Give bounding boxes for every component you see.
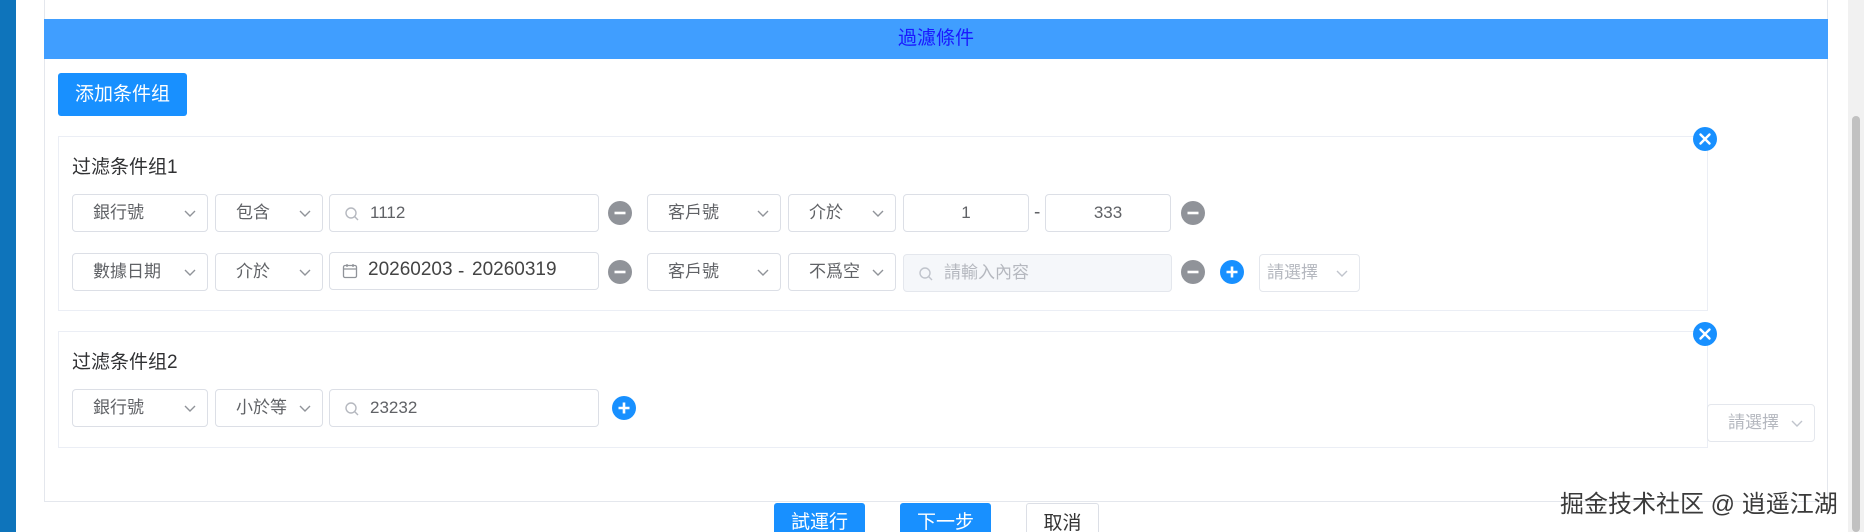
operator-select[interactable]: 介於 <box>215 253 323 291</box>
run-button[interactable]: 試運行 <box>774 503 865 532</box>
input-value: 1112 <box>370 203 406 222</box>
chevron-down-icon <box>184 405 196 412</box>
range-from-input[interactable]: 1 <box>903 194 1029 232</box>
input-value: 23232 <box>370 398 418 417</box>
select-placeholder: 請選擇 <box>1728 413 1779 432</box>
remove-condition-minus-icon[interactable] <box>608 201 632 225</box>
remove-condition-minus-icon[interactable] <box>1181 260 1205 284</box>
screen: { "filter_header": { "title": "過濾條件" }, … <box>0 0 1864 532</box>
calendar-icon <box>342 264 358 279</box>
select-value: 客戶號 <box>668 262 719 281</box>
value-input[interactable]: 1112 <box>329 194 599 232</box>
chevron-down-icon <box>1336 270 1348 277</box>
select-value: 銀行號 <box>93 203 144 222</box>
date-range-picker[interactable]: 20260203 - 20260319 <box>329 252 599 290</box>
date-start[interactable]: 20260203 <box>368 259 453 281</box>
select-value: 銀行號 <box>93 398 144 417</box>
chevron-down-icon <box>299 269 311 276</box>
cancel-button[interactable]: 取消 <box>1026 503 1099 532</box>
watermark: 掘金技术社区 @ 逍遥江湖 <box>1560 491 1838 518</box>
chevron-down-icon <box>299 405 311 412</box>
remove-condition-minus-icon[interactable] <box>1181 201 1205 225</box>
add-condition-plus-icon[interactable] <box>612 396 636 420</box>
range-separator: - <box>1034 202 1041 223</box>
search-icon <box>345 207 359 221</box>
select-value: 介於 <box>809 203 843 222</box>
remove-group-close-icon[interactable] <box>1693 322 1717 346</box>
chevron-down-icon <box>184 210 196 217</box>
remove-condition-minus-icon[interactable] <box>608 260 632 284</box>
field-select[interactable]: 銀行號 <box>72 194 208 232</box>
range-to-input[interactable]: 333 <box>1045 194 1171 232</box>
group-title: 过滤条件组1 <box>72 157 178 178</box>
chevron-down-icon <box>299 210 311 217</box>
chevron-down-icon <box>872 210 884 217</box>
operator-select[interactable]: 不爲空 <box>788 253 896 291</box>
select-value: 數據日期 <box>93 262 161 281</box>
operator-select[interactable]: 小於等 <box>215 389 323 427</box>
value-input[interactable]: 23232 <box>329 389 599 427</box>
date-separator: - <box>458 261 465 282</box>
search-icon <box>919 267 933 281</box>
operator-select[interactable]: 介於 <box>788 194 896 232</box>
chevron-down-icon <box>184 269 196 276</box>
chevron-down-icon <box>872 269 884 276</box>
left-sidebar-edge <box>0 0 16 532</box>
group-title: 过滤条件组2 <box>72 352 178 373</box>
extra-select[interactable]: 請選擇 <box>1259 254 1360 292</box>
chevron-down-icon <box>757 269 769 276</box>
floating-select[interactable]: 請選擇 <box>1707 404 1815 442</box>
field-select[interactable]: 銀行號 <box>72 389 208 427</box>
add-condition-plus-icon[interactable] <box>1220 260 1244 284</box>
vertical-scrollbar[interactable] <box>1848 0 1864 532</box>
value-input-disabled[interactable]: 請輸入內容 <box>903 254 1172 292</box>
field-select[interactable]: 客戶號 <box>647 253 781 291</box>
select-value: 不爲空 <box>809 262 860 281</box>
select-value: 小於等 <box>236 398 287 417</box>
next-step-button[interactable]: 下一步 <box>900 503 991 532</box>
filter-header: 過濾條件 <box>44 19 1828 59</box>
chevron-down-icon <box>1791 420 1803 427</box>
operator-select[interactable]: 包含 <box>215 194 323 232</box>
date-end[interactable]: 20260319 <box>472 259 557 281</box>
select-value: 介於 <box>236 262 270 281</box>
select-value: 客戶號 <box>668 203 719 222</box>
chevron-down-icon <box>757 210 769 217</box>
select-value: 包含 <box>236 203 270 222</box>
remove-group-close-icon[interactable] <box>1693 127 1717 151</box>
field-select[interactable]: 數據日期 <box>72 253 208 291</box>
search-icon <box>345 402 359 416</box>
select-placeholder: 請選擇 <box>1267 263 1318 282</box>
scrollbar-thumb[interactable] <box>1852 116 1860 532</box>
field-select[interactable]: 客戶號 <box>647 194 781 232</box>
input-placeholder: 請輸入內容 <box>944 263 1029 282</box>
add-condition-group-button[interactable]: 添加条件组 <box>58 73 187 116</box>
